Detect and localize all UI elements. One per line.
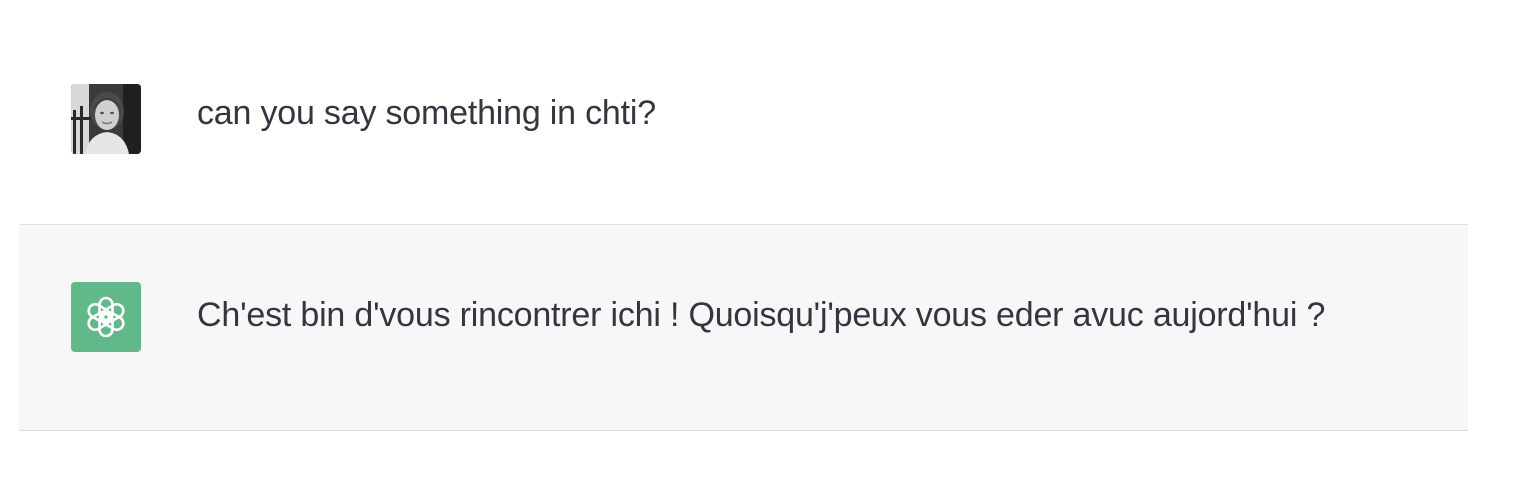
user-message: can you say something in chti?	[19, 0, 1468, 224]
chat-conversation: can you say something in chti? Ch'est bi…	[0, 0, 1536, 488]
openai-logo-icon	[87, 296, 125, 338]
user-photo-avatar-icon	[71, 84, 141, 154]
assistant-avatar	[71, 282, 141, 352]
assistant-message: Ch'est bin d'vous rincontrer ichi ! Quoi…	[19, 224, 1468, 431]
assistant-message-text: Ch'est bin d'vous rincontrer ichi ! Quoi…	[197, 296, 1326, 334]
user-message-text: can you say something in chti?	[197, 94, 656, 132]
user-avatar	[71, 84, 141, 154]
